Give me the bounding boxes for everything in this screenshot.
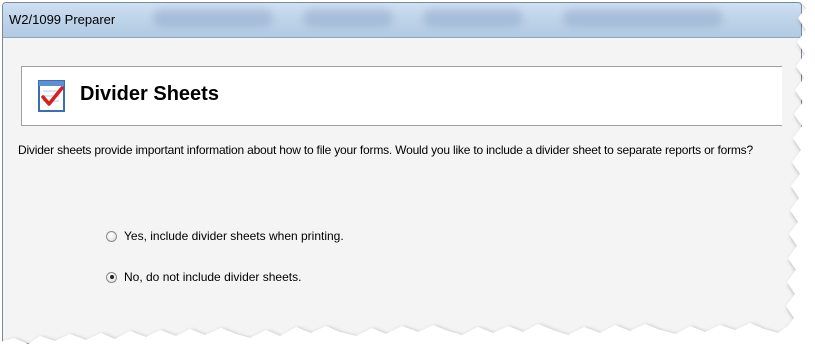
wizard-header-panel: Divider Sheets: [21, 66, 782, 126]
description-text: Divider sheets provide important informa…: [18, 143, 753, 157]
window-titlebar[interactable]: W2/1099 Preparer: [3, 3, 801, 38]
titlebar-blur: [423, 9, 523, 27]
titlebar-blur: [153, 9, 273, 27]
screenshot-stage: W2/1099 Preparer Divider Sheets Divider …: [0, 0, 815, 362]
yes-divider-option[interactable]: Yes, include divider sheets when printin…: [106, 229, 344, 243]
no-divider-option[interactable]: No, do not include divider sheets.: [106, 270, 301, 284]
no-radio-button[interactable]: [106, 271, 117, 283]
yes-radio-button[interactable]: [106, 230, 117, 242]
page-title: Divider Sheets: [80, 83, 219, 105]
window-title: W2/1099 Preparer: [9, 12, 116, 27]
titlebar-blur: [303, 9, 393, 27]
wizard-content: Divider Sheets Divider sheets provide im…: [3, 38, 801, 343]
no-option-label[interactable]: No, do not include divider sheets.: [124, 270, 301, 284]
checklist-document-icon: [38, 80, 65, 112]
titlebar-blur: [563, 9, 723, 27]
preparer-window: W2/1099 Preparer Divider Sheets Divider …: [2, 2, 802, 344]
yes-option-label[interactable]: Yes, include divider sheets when printin…: [124, 229, 344, 243]
